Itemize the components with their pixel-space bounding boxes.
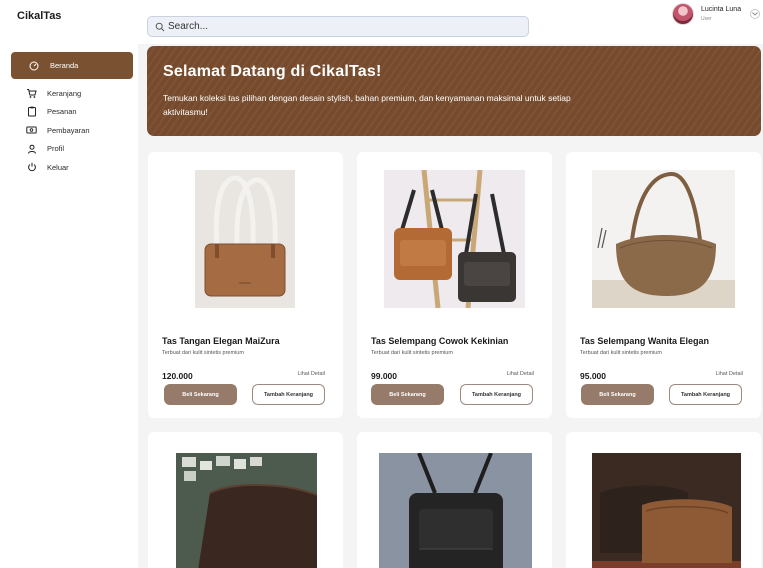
banner-text: Temukan koleksi tas pilihan dengan desai… — [163, 93, 571, 117]
product-description: Terbuat dari kulit sintetis premium — [371, 350, 453, 356]
product-card[interactable] — [148, 432, 343, 568]
sidebar-item-pesanan[interactable]: Pesanan — [11, 103, 133, 122]
sidebar-item-label: Profil — [47, 144, 65, 154]
product-price: 95.000 — [580, 371, 606, 381]
buy-now-button[interactable]: Beli Sekarang — [164, 384, 237, 405]
product-card[interactable] — [566, 432, 761, 568]
brand-logo[interactable]: CikalTas — [17, 10, 61, 22]
view-detail-link[interactable]: Lihat Detail — [506, 371, 534, 377]
sidebar-item-beranda[interactable]: Beranda — [11, 52, 133, 79]
sidebar-item-keluar[interactable]: Keluar — [11, 158, 133, 177]
user-role: User — [701, 16, 712, 22]
sidebar: CikalTas Beranda Keranjang Pesanan Pemba… — [0, 0, 138, 568]
user-icon — [26, 143, 37, 154]
product-description: Terbuat dari kulit sintetis premium — [580, 350, 662, 356]
product-card[interactable]: Tas Selempang Wanita Elegan Terbuat dari… — [566, 152, 761, 418]
sidebar-nav: Beranda Keranjang Pesanan Pembayaran Pro… — [11, 52, 133, 177]
user-name: Lucinta Luna — [701, 6, 742, 13]
welcome-banner: Selamat Datang di CikalTas! Temukan kole… — [147, 46, 761, 136]
view-detail-link[interactable]: Lihat Detail — [297, 371, 325, 377]
add-to-cart-button[interactable]: Tambah Keranjang — [460, 384, 533, 405]
sidebar-item-profil[interactable]: Profil — [11, 140, 133, 159]
sidebar-item-label: Pembayaran — [47, 125, 90, 135]
product-image[interactable] — [379, 453, 532, 568]
view-detail-link[interactable]: Lihat Detail — [715, 371, 743, 377]
buy-now-button[interactable]: Beli Sekarang — [371, 384, 444, 405]
product-description: Terbuat dari kulit sintetis premium — [162, 350, 244, 356]
sidebar-item-label: Beranda — [50, 61, 79, 70]
product-image[interactable] — [195, 170, 295, 308]
sidebar-item-label: Pesanan — [47, 107, 77, 117]
product-price: 120.000 — [162, 371, 193, 381]
banner-title: Selamat Datang di CikalTas! — [163, 63, 382, 80]
dashboard-icon — [28, 60, 39, 71]
product-card[interactable] — [357, 432, 552, 568]
product-image[interactable] — [384, 170, 525, 308]
clipboard-icon — [26, 106, 37, 117]
sidebar-item-label: Keluar — [47, 162, 69, 172]
product-price: 99.000 — [371, 371, 397, 381]
product-card[interactable]: Tas Tangan Elegan MaiZura Terbuat dari k… — [148, 152, 343, 418]
buy-now-button[interactable]: Beli Sekarang — [581, 384, 654, 405]
money-icon — [26, 125, 37, 136]
sidebar-item-keranjang[interactable]: Keranjang — [11, 84, 133, 103]
search-input[interactable] — [168, 21, 508, 32]
product-title[interactable]: Tas Selempang Wanita Elegan — [580, 336, 709, 346]
cart-icon — [26, 88, 37, 99]
avatar[interactable] — [672, 3, 694, 25]
add-to-cart-button[interactable]: Tambah Keranjang — [252, 384, 325, 405]
search-bar[interactable] — [147, 16, 529, 37]
chevron-down-icon[interactable] — [750, 9, 761, 19]
product-image[interactable] — [592, 170, 735, 308]
add-to-cart-button[interactable]: Tambah Keranjang — [669, 384, 742, 405]
user-info: Lucinta Luna User — [701, 6, 741, 22]
product-image[interactable] — [176, 453, 317, 568]
product-title[interactable]: Tas Tangan Elegan MaiZura — [162, 336, 280, 346]
product-title[interactable]: Tas Selempang Cowok Kekinian — [371, 336, 508, 346]
product-image[interactable] — [592, 453, 741, 568]
user-menu[interactable]: Lucinta Luna User — [672, 3, 761, 25]
power-icon — [26, 162, 37, 173]
sidebar-item-pembayaran[interactable]: Pembayaran — [11, 121, 133, 140]
search-icon — [155, 22, 165, 32]
sidebar-item-label: Keranjang — [47, 88, 82, 98]
product-card[interactable]: Tas Selempang Cowok Kekinian Terbuat dar… — [357, 152, 552, 418]
